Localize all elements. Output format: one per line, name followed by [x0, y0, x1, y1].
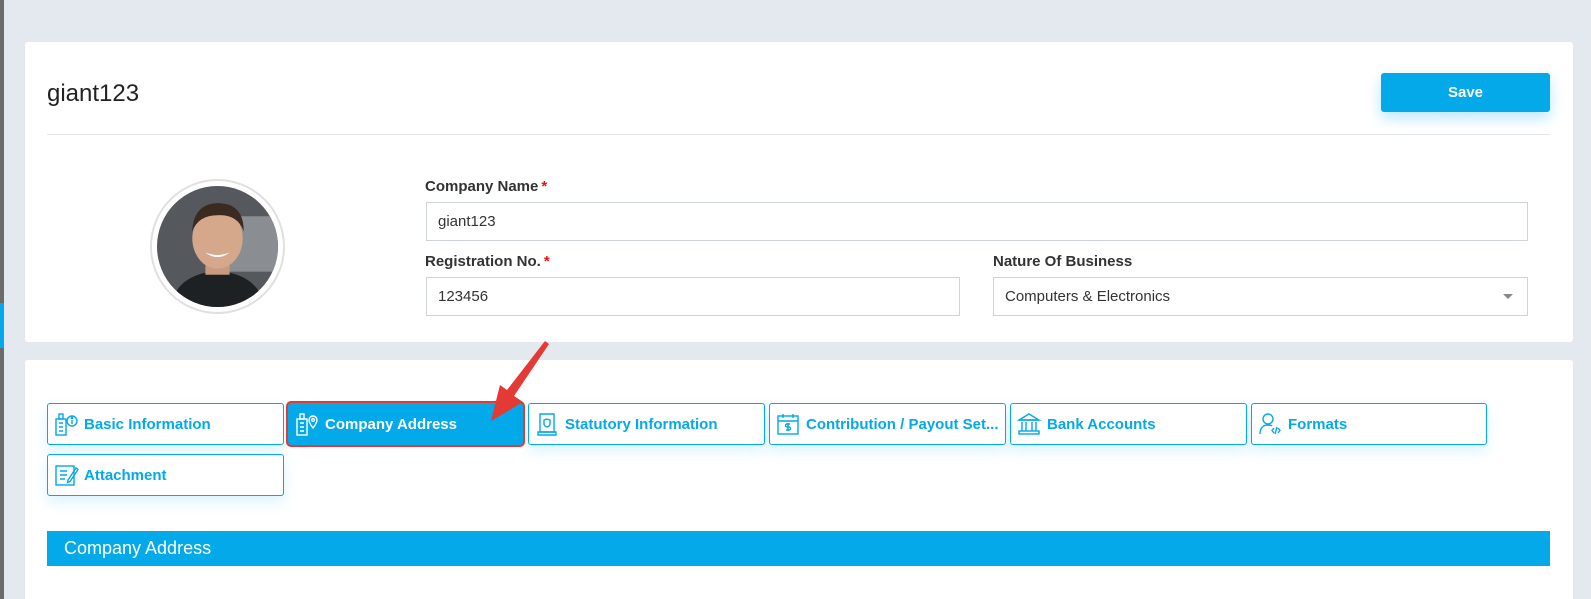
- window-left-edge: [0, 0, 4, 599]
- tab-label: Statutory Information: [565, 415, 718, 433]
- nature-of-business-value: Computers & Electronics: [1005, 288, 1171, 305]
- registration-no-label: Registration No. *: [425, 253, 550, 270]
- tab-label: Formats: [1288, 415, 1348, 433]
- section-header-company-address: Company Address: [47, 531, 1550, 566]
- tab-bank-accounts[interactable]: Bank Accounts: [1010, 403, 1247, 445]
- company-name-input[interactable]: giant123: [426, 202, 1528, 241]
- chevron-down-icon: [1503, 294, 1513, 299]
- save-button[interactable]: Save: [1381, 73, 1550, 112]
- tab-statutory-information[interactable]: Statutory Information: [528, 403, 765, 445]
- certificate-icon: [534, 411, 560, 437]
- tab-formats[interactable]: Formats: [1251, 403, 1487, 445]
- page-title: giant123: [47, 80, 140, 107]
- tab-label: Basic Information: [84, 415, 211, 433]
- company-avatar[interactable]: [150, 179, 285, 314]
- building-info-icon: [53, 411, 79, 437]
- user-code-icon: [1257, 411, 1283, 437]
- tab-basic-information[interactable]: Basic Information: [47, 403, 284, 445]
- tab-contribution-payout-settings[interactable]: Contribution / Payout Set...: [769, 403, 1006, 445]
- required-mark: *: [543, 253, 550, 270]
- company-name-label: Company Name *: [425, 178, 548, 195]
- required-mark: *: [541, 178, 548, 195]
- tab-company-address[interactable]: Company Address: [288, 403, 523, 445]
- attachment-note-icon: [53, 462, 79, 488]
- tab-label: Attachment: [84, 466, 167, 484]
- sidebar-active-indicator: [0, 303, 4, 348]
- bank-icon: [1016, 411, 1042, 437]
- registration-no-input[interactable]: 123456: [426, 277, 960, 316]
- tab-attachment[interactable]: Attachment: [47, 454, 284, 496]
- avatar-photo: [157, 186, 278, 307]
- nature-of-business-select[interactable]: Computers & Electronics: [993, 277, 1528, 316]
- tab-label: Bank Accounts: [1047, 415, 1156, 433]
- tab-label: Company Address: [325, 415, 457, 433]
- nature-of-business-label: Nature Of Business: [993, 253, 1133, 270]
- tab-label: Contribution / Payout Set...: [806, 415, 999, 433]
- building-location-icon: [294, 411, 320, 437]
- company-header-card: giant123 Save Company Name * giant123 Reg…: [25, 42, 1573, 342]
- company-details-card: Basic Information Company Address Statut…: [25, 360, 1573, 599]
- header-divider: [47, 134, 1550, 135]
- calendar-dollar-icon: [775, 411, 801, 437]
